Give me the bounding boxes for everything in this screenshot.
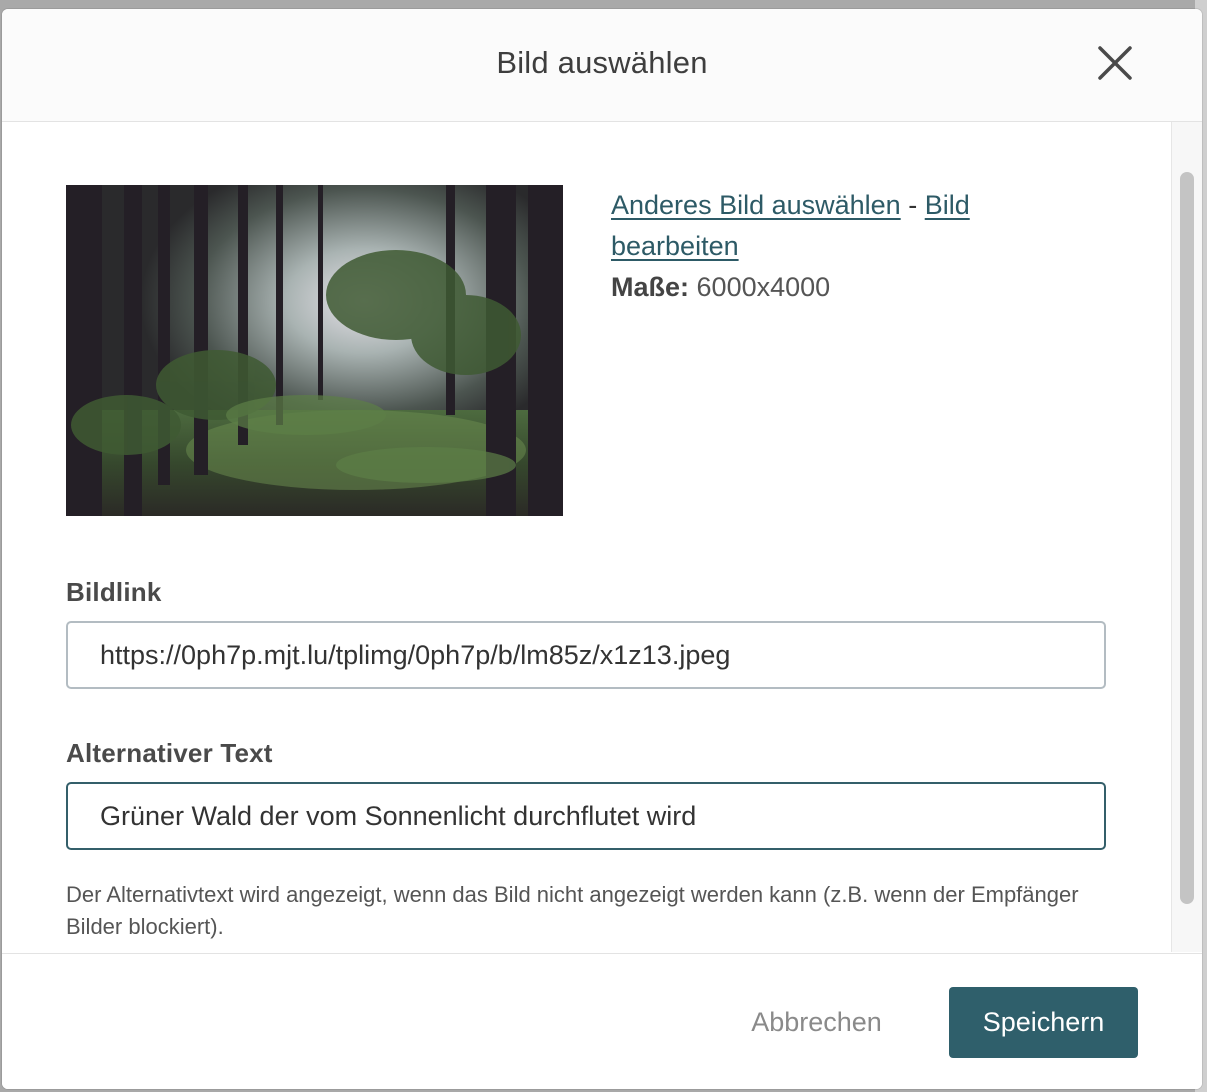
dialog-scrollbar[interactable] [1171, 122, 1202, 952]
close-icon [1098, 46, 1132, 80]
dialog-title: Bild auswählen [496, 45, 708, 80]
image-link-label: Bildlink [66, 577, 162, 607]
dialog-header: Bild auswählen [2, 9, 1202, 122]
alt-text-field[interactable] [66, 782, 1106, 850]
image-meta: Anderes Bild auswählen - Bild bearbeiten… [611, 185, 1031, 308]
alt-text-label: Alternativer Text [66, 738, 273, 768]
link-separator: - [908, 190, 918, 220]
change-image-link[interactable]: Anderes Bild auswählen [611, 190, 901, 220]
cancel-button[interactable]: Abbrechen [724, 987, 909, 1057]
dialog-body: Anderes Bild auswählen - Bild bearbeiten… [2, 122, 1172, 952]
scrollbar-thumb[interactable] [1180, 172, 1194, 904]
dimensions-value: 6000x4000 [696, 272, 831, 302]
dimensions-label: Maße: [611, 272, 690, 302]
dialog-footer: Abbrechen Speichern [2, 953, 1202, 1089]
forest-image-preview [66, 185, 563, 516]
save-button[interactable]: Speichern [949, 987, 1138, 1058]
image-select-dialog: Bild auswählen Anderes Bild auswählen - … [2, 9, 1202, 1089]
close-button[interactable] [1096, 44, 1134, 82]
alt-text-help: Der Alternativtext wird angezeigt, wenn … [66, 882, 1079, 939]
image-link-field[interactable] [66, 621, 1106, 689]
